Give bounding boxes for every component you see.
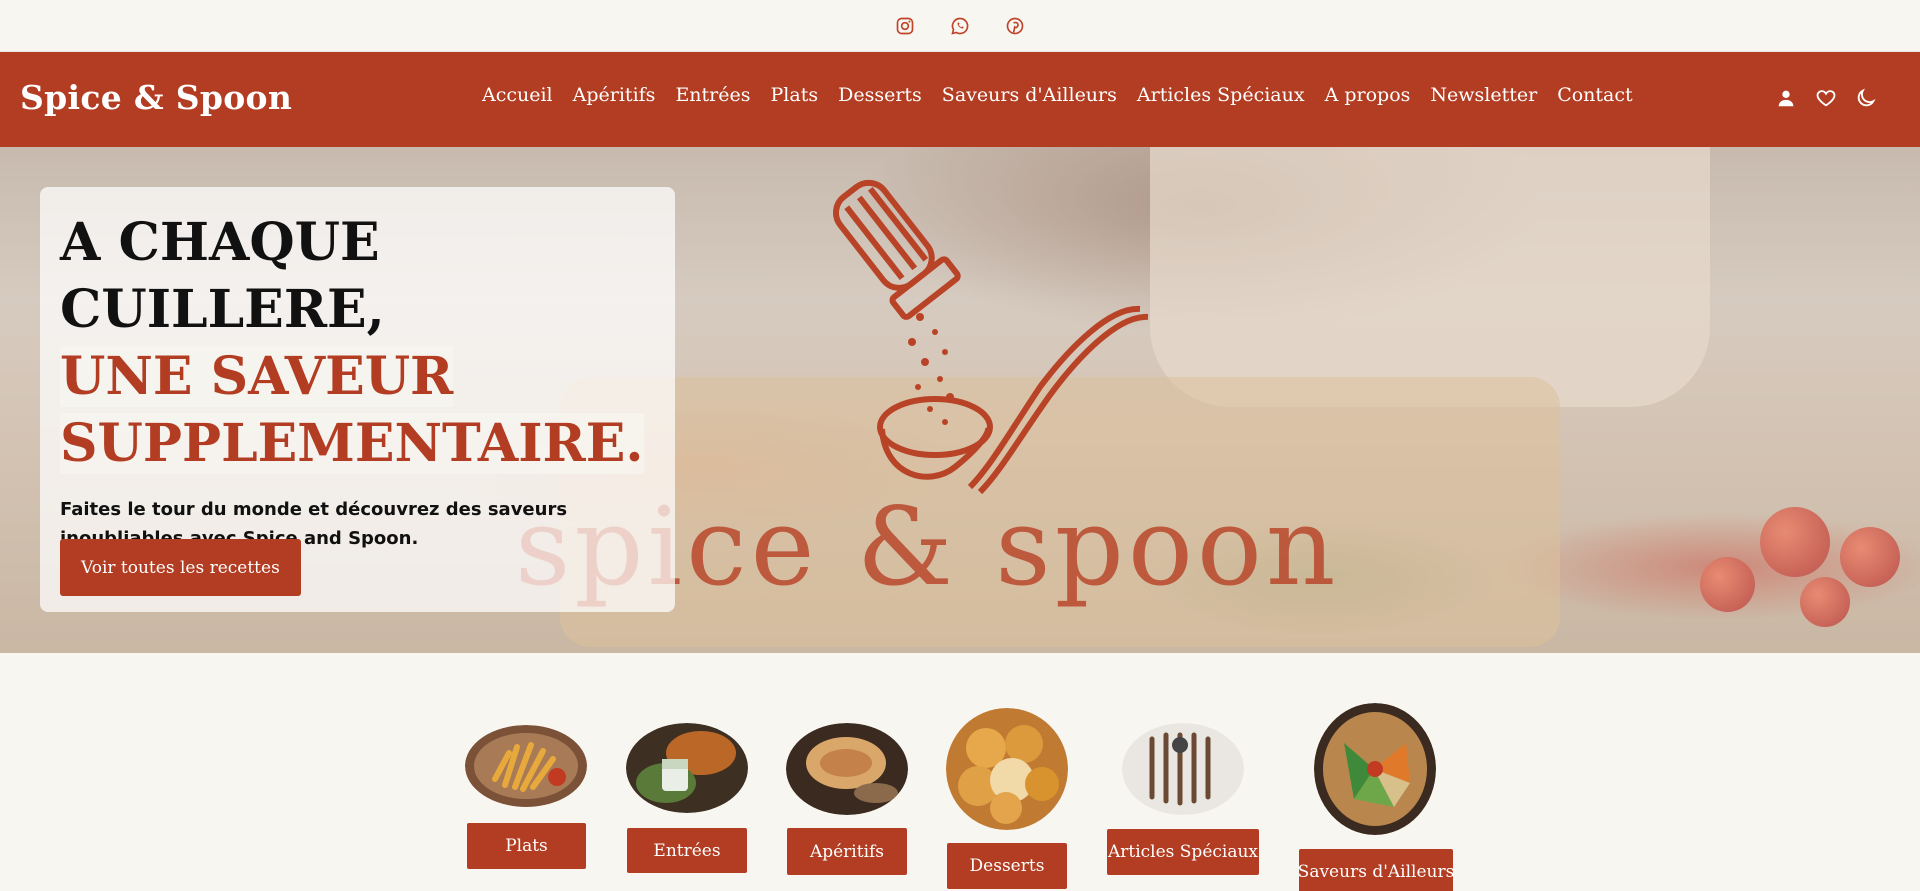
moon-icon[interactable] — [1854, 86, 1878, 110]
heart-icon[interactable] — [1814, 86, 1838, 110]
nav-link-entrees[interactable]: Entrées — [675, 84, 750, 106]
nav-link-a-propos[interactable]: A propos — [1325, 84, 1411, 106]
nav-link-contact[interactable]: Contact — [1557, 84, 1632, 106]
hero-title-line1: A CHAQUE CUILLERE, — [60, 212, 385, 340]
category-button-articles-speciaux[interactable]: Articles Spéciaux — [1107, 829, 1259, 875]
hero-title-line2: UNE SAVEUR — [60, 346, 454, 407]
fries-image[interactable] — [465, 725, 587, 807]
hero-card: A CHAQUE CUILLERE, UNE SAVEUR SUPPLEMENT… — [40, 187, 675, 612]
bowl-image[interactable] — [1314, 703, 1436, 835]
category-button-saveurs-ailleurs[interactable]: Saveurs d'Ailleurs — [1298, 849, 1454, 891]
category-button-desserts[interactable]: Desserts — [947, 843, 1067, 889]
hummus-image[interactable] — [786, 723, 908, 815]
pinterest-icon[interactable] — [1004, 15, 1026, 37]
category-button-entrees[interactable]: Entrées — [627, 828, 747, 873]
instagram-icon[interactable] — [894, 15, 916, 37]
beignets-image[interactable] — [946, 708, 1068, 830]
nav-link-articles-speciaux[interactable]: Articles Spéciaux — [1137, 84, 1305, 106]
nav-link-accueil[interactable]: Accueil — [482, 84, 553, 106]
view-all-recipes-button[interactable]: Voir toutes les recettes — [60, 539, 301, 596]
hero-banner: spice & spoon A CHAQUE CUILLERE, UNE SAV… — [0, 147, 1920, 653]
nav-link-aperitifs[interactable]: Apéritifs — [573, 84, 656, 106]
nav-link-plats[interactable]: Plats — [771, 84, 819, 106]
hero-title: A CHAQUE CUILLERE, UNE SAVEUR SUPPLEMENT… — [60, 209, 655, 477]
social-bar — [0, 0, 1920, 52]
utensils-image[interactable] — [1122, 723, 1244, 815]
brand-logo[interactable]: Spice & Spoon — [20, 78, 292, 117]
verrine-image[interactable] — [626, 723, 748, 813]
whatsapp-icon[interactable] — [949, 15, 971, 37]
main-nav: Accueil Apéritifs Entrées Plats Desserts… — [482, 84, 1633, 106]
navbar: Spice & Spoon Accueil Apéritifs Entrées … — [0, 52, 1920, 147]
category-button-plats[interactable]: Plats — [467, 823, 586, 869]
nav-link-newsletter[interactable]: Newsletter — [1430, 84, 1537, 106]
category-button-aperitifs[interactable]: Apéritifs — [787, 828, 907, 875]
user-icon[interactable] — [1774, 86, 1798, 110]
nav-link-saveurs-ailleurs[interactable]: Saveurs d'Ailleurs — [942, 84, 1117, 106]
hero-title-line3: SUPPLEMENTAIRE. — [60, 413, 644, 474]
nav-actions — [1774, 86, 1878, 110]
category-section: Plats Entrées Apéritifs Desserts Article… — [0, 653, 1920, 891]
nav-link-desserts[interactable]: Desserts — [838, 84, 922, 106]
